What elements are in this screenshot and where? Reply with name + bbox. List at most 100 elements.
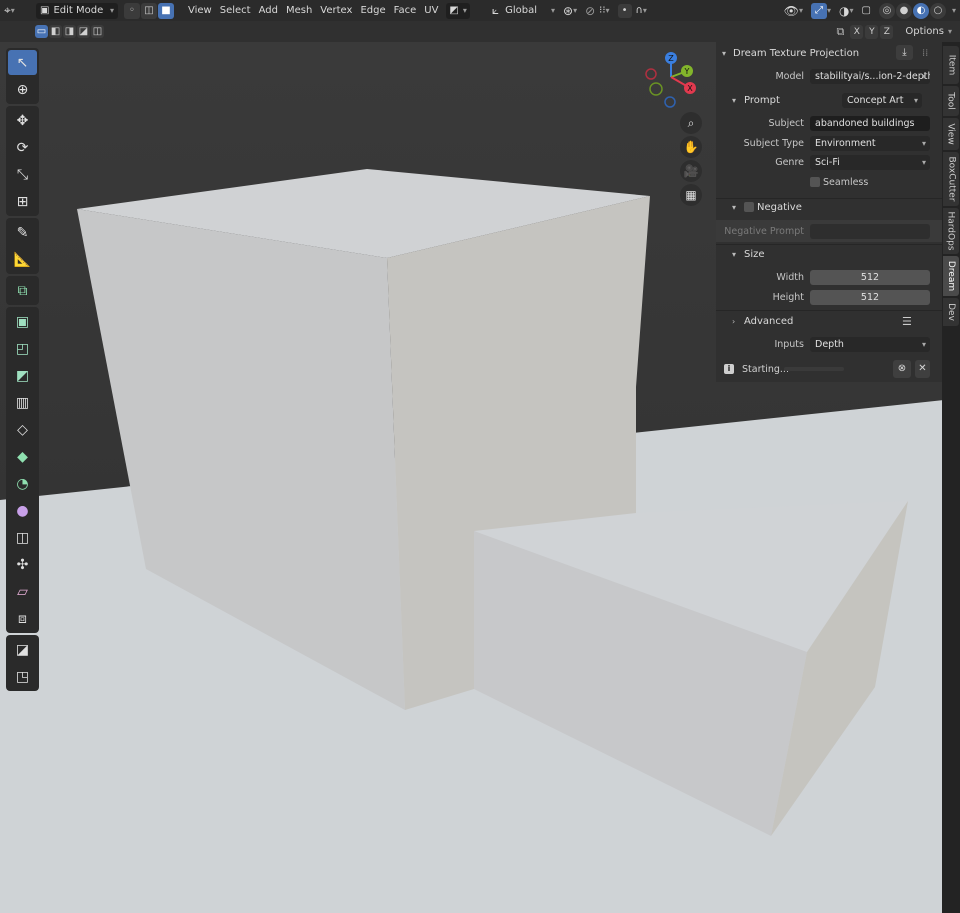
inputs-dropdown[interactable]: Depth ▾: [810, 336, 930, 352]
neg-x-handle[interactable]: [645, 68, 657, 80]
width-label: Width: [776, 271, 804, 283]
rip-region-icon[interactable]: ⧈: [8, 606, 37, 631]
import-icon[interactable]: ⤓: [896, 45, 913, 60]
snap-button[interactable]: ⊘ ⁝⁝ ▾: [581, 2, 613, 19]
select-invert-icon[interactable]: ◪: [77, 25, 90, 38]
cancel-icon[interactable]: ⊗: [893, 360, 911, 378]
progress-bar: [784, 367, 844, 371]
prompt-preset-dropdown[interactable]: Concept Art ▾: [842, 92, 922, 108]
mode-dropdown[interactable]: ▣ Edit Mode ▾: [36, 2, 118, 19]
visibility-button[interactable]: 👁 ▾: [780, 2, 807, 19]
list-icon[interactable]: ☰: [902, 315, 912, 328]
model-dropdown[interactable]: stabilityai/s...ion-2-depth ▾: [810, 68, 930, 84]
genre-dropdown[interactable]: Sci-Fi ▾: [810, 154, 930, 170]
annotate-icon[interactable]: ✎: [8, 220, 37, 245]
face-select-icon[interactable]: ■: [158, 2, 174, 19]
shading-options-button[interactable]: ▾: [948, 2, 960, 19]
tab-item[interactable]: Item: [943, 46, 959, 84]
vertex-select-icon[interactable]: ◦: [124, 2, 140, 19]
tab-dev[interactable]: Dev: [943, 298, 959, 326]
pivot-point-button[interactable]: ⊛ ▾: [559, 2, 581, 19]
size-section-title: Size: [744, 248, 765, 260]
zoom-icon[interactable]: ⌕: [680, 112, 702, 134]
solid-shading-icon[interactable]: ●: [895, 2, 912, 19]
tab-view[interactable]: View: [943, 118, 959, 150]
pan-hand-icon[interactable]: ✋: [680, 136, 702, 158]
tab-tool[interactable]: Tool: [943, 86, 959, 116]
menu-add[interactable]: Add: [255, 2, 282, 19]
select-intersect-icon[interactable]: ◫: [91, 25, 104, 38]
height-field[interactable]: 512: [810, 289, 930, 305]
proportional-edit-button[interactable]: • ∩ ▾: [614, 2, 651, 19]
uv-sync-button[interactable]: ◩ ▾: [442, 2, 473, 19]
boxcutter-icon[interactable]: ◪: [8, 637, 37, 662]
prompt-section-header[interactable]: ▾ Prompt Concept Art ▾: [716, 89, 942, 111]
edge-slide-icon[interactable]: ◫: [8, 525, 37, 550]
select-subtract-icon[interactable]: ◨: [63, 25, 76, 38]
menu-face[interactable]: Face: [390, 2, 421, 19]
menu-mesh[interactable]: Mesh: [282, 2, 316, 19]
scale-icon[interactable]: ⤡: [8, 162, 37, 187]
subject-type-dropdown[interactable]: Environment ▾: [810, 135, 930, 151]
camera-icon[interactable]: 🎥: [680, 160, 702, 182]
tab-boxcutter[interactable]: BoxCutter: [943, 152, 959, 206]
select-new-icon[interactable]: ▭: [35, 25, 48, 38]
tab-hardops[interactable]: HardOps: [943, 208, 959, 254]
advanced-section-header[interactable]: › Advanced ☰: [716, 310, 942, 332]
select-box-icon[interactable]: ↖: [8, 50, 37, 75]
menu-uv[interactable]: UV: [420, 2, 442, 19]
rendered-shading-icon[interactable]: ○: [929, 2, 946, 19]
close-icon[interactable]: ✕: [915, 360, 930, 378]
tab-dream[interactable]: Dream: [943, 256, 959, 296]
navigation-gizmo[interactable]: Z Y X: [640, 50, 702, 112]
width-field[interactable]: 512: [810, 269, 930, 285]
neg-y-handle[interactable]: [649, 82, 663, 96]
mirror-x-button[interactable]: X: [850, 24, 864, 39]
mirror-z-button[interactable]: Z: [880, 24, 894, 39]
mirror-y-button[interactable]: Y: [865, 24, 879, 39]
editor-type-button[interactable]: ⌖ ▾: [0, 2, 34, 19]
cursor-icon[interactable]: ⊕: [8, 77, 37, 102]
hardops-icon[interactable]: ◳: [8, 664, 37, 689]
panel-header[interactable]: ▾ Dream Texture Projection ⤓ ⁞⁞: [716, 42, 942, 64]
knife-icon[interactable]: ◇: [8, 417, 37, 442]
menu-vertex[interactable]: Vertex: [316, 2, 356, 19]
menu-edge[interactable]: Edge: [356, 2, 389, 19]
shrink-fatten-icon[interactable]: ✣: [8, 552, 37, 577]
smooth-icon[interactable]: ●: [8, 498, 37, 523]
measure-icon[interactable]: 📐: [8, 247, 37, 272]
move-icon[interactable]: ✥: [8, 108, 37, 133]
overlay-toggle[interactable]: ◑ ▾: [835, 2, 858, 19]
inset-faces-icon[interactable]: ◰: [8, 336, 37, 361]
gizmo-toggle[interactable]: ⤢ ▾: [807, 2, 835, 19]
poly-build-icon[interactable]: ◆: [8, 444, 37, 469]
negative-prompt-input[interactable]: [810, 223, 930, 239]
xray-toggle[interactable]: ▢: [858, 2, 875, 19]
negative-checkbox[interactable]: [744, 202, 754, 212]
seamless-checkbox[interactable]: [810, 177, 820, 187]
edge-select-icon[interactable]: ◫: [141, 2, 157, 19]
mirror-icon[interactable]: ⧉: [837, 25, 845, 39]
menu-view[interactable]: View: [184, 2, 216, 19]
transform-orientation-dropdown[interactable]: ⟀ Global ▾: [488, 2, 559, 19]
wireframe-shading-icon[interactable]: ◎: [878, 2, 895, 19]
loop-cut-icon[interactable]: ▥: [8, 390, 37, 415]
transform-icon[interactable]: ⊞: [8, 189, 37, 214]
shear-icon[interactable]: ▱: [8, 579, 37, 604]
add-cube-icon[interactable]: ⧉: [8, 278, 37, 303]
spin-icon[interactable]: ◔: [8, 471, 37, 496]
extrude-region-icon[interactable]: ▣: [8, 309, 37, 334]
negative-section-header[interactable]: ▾ Negative: [716, 196, 942, 218]
size-section-header[interactable]: ▾ Size: [716, 243, 942, 265]
select-extend-icon[interactable]: ◧: [49, 25, 62, 38]
rotate-icon[interactable]: ⟳: [8, 135, 37, 160]
grid-perspective-icon[interactable]: ▦: [680, 184, 702, 206]
drag-handle-icon[interactable]: ⁞⁞: [922, 48, 928, 59]
options-dropdown[interactable]: Options ▾: [901, 24, 956, 40]
subject-input[interactable]: abandoned buildings: [810, 115, 930, 131]
eye-icon: 👁: [783, 3, 799, 18]
material-shading-icon[interactable]: ◐: [912, 2, 929, 19]
bevel-icon[interactable]: ◩: [8, 363, 37, 388]
neg-z-handle[interactable]: [664, 96, 676, 108]
menu-select[interactable]: Select: [216, 2, 255, 19]
